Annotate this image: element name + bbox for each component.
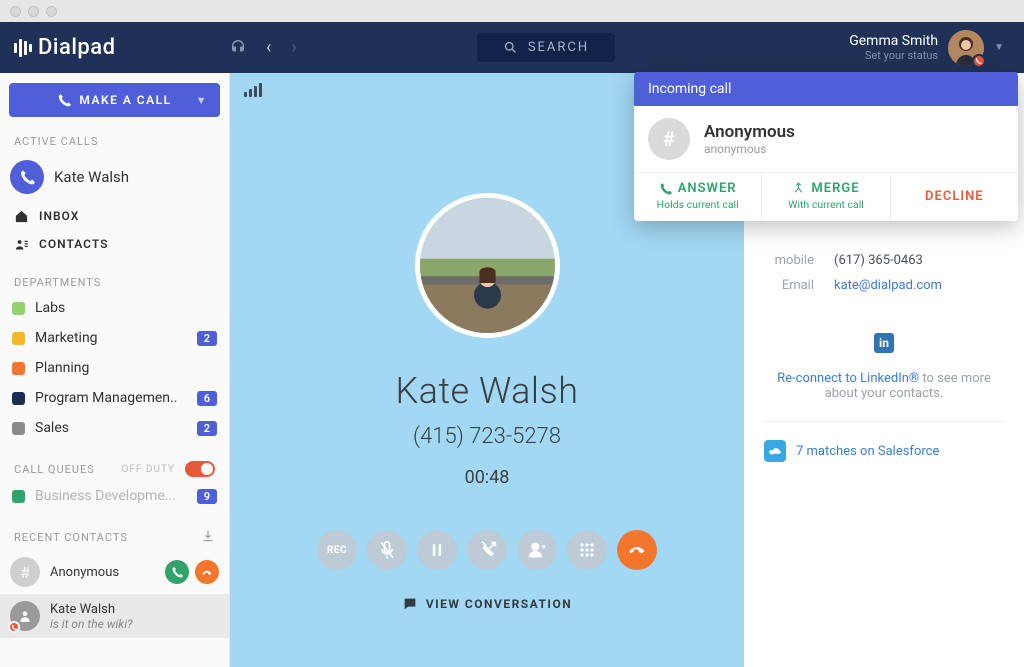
linkedin-link[interactable]: Re-connect to LinkedIn® <box>777 371 919 386</box>
window-max-dot[interactable] <box>46 6 57 17</box>
recent-contact-item[interactable]: # Anonymous <box>0 550 229 594</box>
dept-item[interactable]: Planning <box>0 353 229 383</box>
dept-item[interactable]: Marketing 2 <box>0 323 229 353</box>
dept-color-icon <box>12 362 25 375</box>
transfer-button[interactable] <box>467 530 507 570</box>
view-conversation-button[interactable]: VIEW CONVERSATION <box>402 596 572 612</box>
mobile-value[interactable]: (617) 365-0463 <box>834 253 923 268</box>
section-departments: DEPARTMENTS <box>0 268 229 293</box>
window-titlebar <box>0 0 1024 22</box>
section-recent-contacts: RECENT CONTACTS <box>0 521 229 550</box>
brand-name: Dialpad <box>38 35 116 60</box>
search-input[interactable]: SEARCH <box>477 33 615 62</box>
hold-button[interactable] <box>417 530 457 570</box>
salesforce-icon <box>764 440 786 462</box>
hangup-button[interactable] <box>617 530 657 570</box>
nav-inbox[interactable]: INBOX <box>0 202 229 230</box>
count-badge: 2 <box>197 421 217 436</box>
contact-avatar <box>10 601 40 631</box>
search-icon <box>503 40 518 55</box>
dept-color-icon <box>12 422 25 435</box>
incoming-sub: anonymous <box>704 142 795 156</box>
dept-color-icon <box>12 302 25 315</box>
make-call-label: MAKE A CALL <box>79 93 171 107</box>
status-on-call-icon <box>972 54 986 68</box>
queue-item[interactable]: Business Developme... 9 <box>0 481 229 511</box>
logo-bars-icon <box>14 39 32 57</box>
incoming-name: Anonymous <box>704 122 795 142</box>
call-duration: 00:48 <box>465 467 510 488</box>
dept-color-icon <box>12 332 25 345</box>
contact-avatar: # <box>10 557 40 587</box>
user-status: Set your status <box>849 49 938 62</box>
count-badge: 6 <box>197 391 217 406</box>
incoming-title: Incoming call <box>634 72 1018 106</box>
incoming-decline-button[interactable]: DECLINE <box>891 173 1018 221</box>
off-duty-label: OFF DUTY <box>121 464 175 475</box>
chevron-down-icon: ▼ <box>994 42 1004 53</box>
nav-back-icon[interactable]: ‹ <box>266 37 271 58</box>
dept-color-icon <box>12 490 25 503</box>
chevron-down-icon[interactable]: ▼ <box>196 94 208 107</box>
linkedin-icon: in <box>874 333 894 353</box>
call-controls: REC <box>317 530 657 570</box>
info-row-mobile: mobile (617) 365-0463 <box>764 253 1004 268</box>
section-call-queues: CALL QUEUES OFF DUTY <box>0 453 229 481</box>
incoming-answer-button[interactable]: ANSWER Holds current call <box>634 173 762 221</box>
active-call-item[interactable]: Kate Walsh <box>0 152 229 202</box>
dept-item[interactable]: Sales 2 <box>0 413 229 443</box>
dept-item[interactable]: Program Managemen.. 6 <box>0 383 229 413</box>
phone-icon <box>10 160 44 194</box>
headset-icon[interactable] <box>230 38 246 58</box>
linkedin-line: Re-connect to LinkedIn® to see more abou… <box>764 371 1004 401</box>
incoming-call-popup: Incoming call # Anonymous anonymous ANSW… <box>634 72 1018 221</box>
count-badge: 9 <box>197 489 217 504</box>
salesforce-line[interactable]: 7 matches on Salesforce <box>764 421 1004 462</box>
keypad-button[interactable] <box>567 530 607 570</box>
hangup-button[interactable] <box>195 560 219 584</box>
home-icon <box>14 209 29 224</box>
active-call-name: Kate Walsh <box>54 168 129 186</box>
caller-name: Kate Walsh <box>395 370 578 412</box>
status-on-call-icon <box>8 621 20 633</box>
mute-button[interactable] <box>367 530 407 570</box>
brand-logo[interactable]: Dialpad <box>0 35 230 60</box>
incoming-merge-button[interactable]: MERGE With current call <box>762 173 890 221</box>
caller-avatar <box>415 193 560 338</box>
window-min-dot[interactable] <box>28 6 39 17</box>
incoming-avatar: # <box>648 118 690 160</box>
info-row-email: Email kate@dialpad.com <box>764 278 1004 293</box>
sidebar: MAKE A CALL ▼ ACTIVE CALLS Kate Walsh IN… <box>0 73 230 667</box>
answer-button[interactable] <box>165 560 189 584</box>
download-icon[interactable] <box>201 529 215 546</box>
add-person-button[interactable] <box>517 530 557 570</box>
search-placeholder: SEARCH <box>528 40 589 55</box>
user-name: Gemma Smith <box>849 33 938 49</box>
merge-icon <box>792 182 805 195</box>
recent-contact-item[interactable]: Kate Walsh is it on the wiki? <box>0 594 229 638</box>
window-close-dot[interactable] <box>10 6 21 17</box>
contacts-icon <box>14 237 29 252</box>
make-call-button[interactable]: MAKE A CALL ▼ <box>9 83 220 117</box>
chat-icon <box>402 596 418 612</box>
caller-phone: (415) 723-5278 <box>413 424 561 449</box>
count-badge: 2 <box>197 331 217 346</box>
dept-item[interactable]: Labs <box>0 293 229 323</box>
phone-icon <box>659 182 672 195</box>
section-active-calls: ACTIVE CALLS <box>0 127 229 152</box>
off-duty-toggle[interactable] <box>185 461 215 477</box>
phone-icon <box>57 93 71 107</box>
user-menu[interactable]: Gemma Smith Set your status ▼ <box>849 30 1024 66</box>
app-header: Dialpad ‹ › SEARCH Gemma Smith Set your … <box>0 22 1024 73</box>
email-value[interactable]: kate@dialpad.com <box>834 278 942 293</box>
nav-forward-icon[interactable]: › <box>291 37 296 58</box>
record-button[interactable]: REC <box>317 530 357 570</box>
signal-icon <box>244 83 262 97</box>
dept-color-icon <box>12 392 25 405</box>
nav-contacts[interactable]: CONTACTS <box>0 230 229 258</box>
